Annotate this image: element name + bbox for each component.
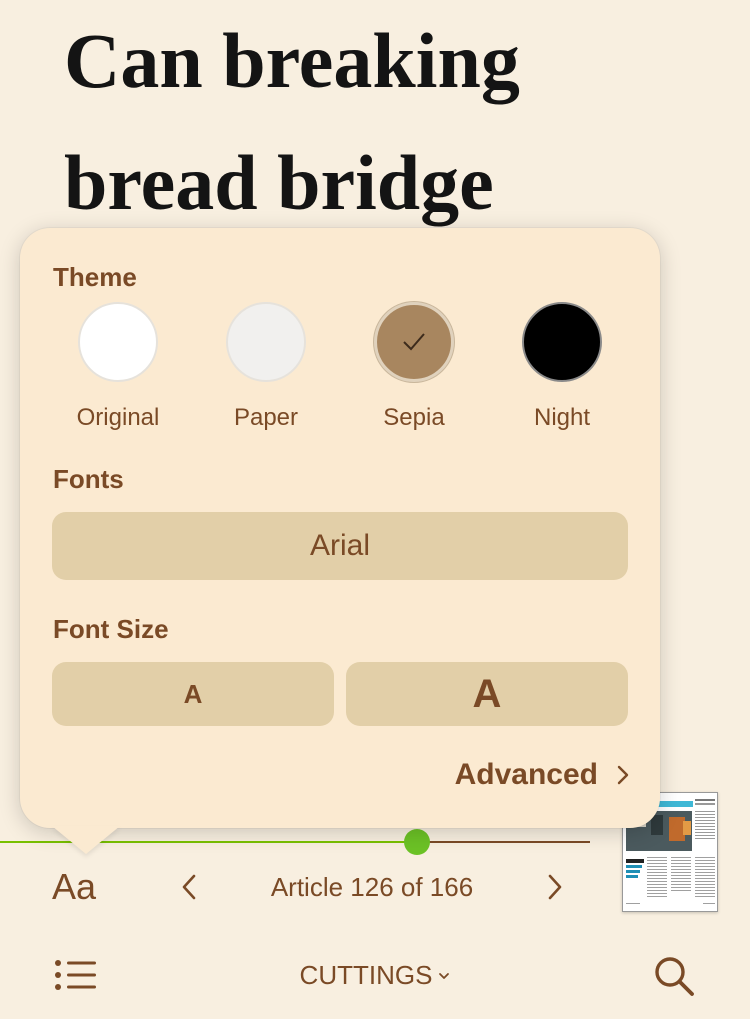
article-progress-knob[interactable] [404, 829, 431, 855]
increase-font-size-button[interactable]: A [346, 662, 628, 726]
chevron-right-icon [616, 764, 630, 786]
next-article-button[interactable] [546, 872, 564, 902]
section-menu-label: CUTTINGS [299, 960, 433, 990]
popover-arrow [52, 826, 120, 854]
chevron-down-icon [438, 971, 450, 981]
theme-option-original[interactable]: Original [58, 302, 178, 432]
advanced-label: Advanced [454, 758, 598, 791]
chevron-left-icon [182, 874, 196, 900]
appearance-popover: Theme Original Paper Sepia Night Fonts A… [20, 228, 660, 828]
fonts-section-label: Fonts [53, 464, 124, 494]
theme-label-night: Night [533, 404, 591, 431]
theme-option-paper[interactable]: Paper [206, 302, 326, 432]
article-title: Can breaking bread bridge [64, 0, 684, 244]
theme-section-label: Theme [53, 262, 137, 292]
search-button[interactable] [652, 954, 696, 998]
theme-option-sepia[interactable]: Sepia [354, 302, 474, 432]
theme-swatch-night[interactable] [522, 302, 602, 382]
theme-label-original: Original [76, 404, 160, 431]
list-icon [55, 960, 96, 990]
article-title-line-2: bread bridge [64, 139, 494, 226]
theme-swatch-sepia[interactable] [374, 302, 454, 382]
theme-label-paper: Paper [233, 404, 299, 431]
theme-option-night[interactable]: Night [502, 302, 622, 432]
font-selector[interactable]: Arial [52, 512, 628, 580]
checkmark-icon [403, 333, 425, 351]
increase-font-size-label: A [472, 671, 502, 716]
advanced-button[interactable]: Advanced [455, 758, 630, 792]
previous-article-button[interactable] [180, 872, 198, 902]
font-size-section-label: Font Size [53, 614, 169, 644]
section-menu[interactable]: CUTTINGS [250, 960, 500, 991]
appearance-button[interactable]: Aa [52, 866, 96, 908]
article-title-line-1: Can breaking [64, 17, 520, 104]
theme-swatch-original[interactable] [78, 302, 158, 382]
search-icon [655, 957, 694, 996]
decrease-font-size-button[interactable]: A [52, 662, 334, 726]
font-selector-value: Arial [309, 529, 370, 562]
decrease-font-size-label: A [183, 678, 203, 709]
chevron-right-icon [548, 874, 562, 900]
theme-label-sepia: Sepia [383, 404, 445, 431]
theme-swatch-paper[interactable] [226, 302, 306, 382]
table-of-contents-button[interactable] [54, 958, 98, 992]
article-counter: Article 126 of 166 [270, 872, 474, 902]
